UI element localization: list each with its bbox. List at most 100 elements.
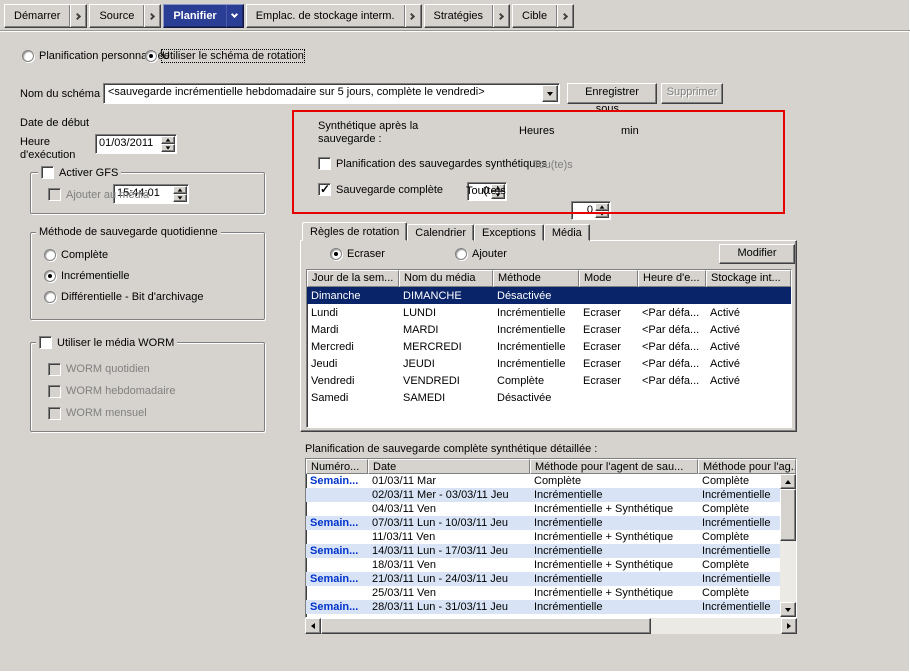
- daily-method-option-label: Incrémentielle: [61, 270, 129, 282]
- rotation-tab[interactable]: Calendrier: [407, 224, 474, 241]
- column-header[interactable]: Stockage int...: [706, 270, 791, 287]
- column-header[interactable]: Date: [368, 459, 530, 474]
- rotation-tab-label: Média: [552, 227, 582, 239]
- wizard-tab-label: Cible: [522, 10, 556, 22]
- column-header[interactable]: Méthode pour l'ag...: [698, 459, 796, 474]
- wizard-tab[interactable]: Source: [89, 4, 161, 28]
- scroll-right-icon[interactable]: [781, 618, 797, 634]
- scroll-left-icon[interactable]: [305, 618, 321, 634]
- append-media-label: Ajouter au média: [66, 189, 149, 201]
- spin-down-icon[interactable]: [161, 144, 175, 152]
- table-row[interactable]: Mardi MARDI Incrémentielle Ecraser <Par …: [307, 321, 791, 338]
- worm-option-label: WORM hebdomadaire: [66, 385, 175, 397]
- cell-agent-method: Incrémentielle: [530, 517, 698, 529]
- synthetic-plan-checkbox[interactable]: Planification des sauvegardes synthétiqu…: [318, 157, 547, 170]
- daily-method-option[interactable]: Complète: [44, 244, 259, 265]
- cell-week: Semain...: [306, 545, 368, 557]
- daily-method-option-label: Complète: [61, 249, 108, 261]
- gfs-enable-checkbox[interactable]: Activer GFS: [38, 166, 121, 179]
- exec-time-label: Heure d'exécution: [20, 136, 82, 162]
- wizard-tab[interactable]: Emplac. de stockage interm.: [246, 4, 422, 28]
- worm-enable-checkbox[interactable]: Utiliser le média WORM: [36, 336, 177, 349]
- table-row[interactable]: Dimanche DIMANCHE Désactivée: [307, 287, 791, 304]
- synthetic-min-spinner[interactable]: 0: [571, 201, 611, 220]
- column-header[interactable]: Nom du média: [399, 270, 493, 287]
- radio-rotation-scheme[interactable]: Utiliser le schéma de rotation: [145, 50, 304, 62]
- table-row[interactable]: 04/03/11 Ven Incrémentielle + Synthétiqu…: [306, 502, 780, 516]
- rotation-table: Jour de la sem... Nom du média Méthode M…: [306, 269, 792, 428]
- overwrite-radio[interactable]: Ecraser: [330, 248, 385, 260]
- column-header[interactable]: Heure d'e...: [638, 270, 706, 287]
- cell-day: Mardi: [307, 324, 399, 336]
- cell-mode: Ecraser: [579, 358, 638, 370]
- checkbox-icon: [318, 157, 331, 170]
- column-header[interactable]: Numéro...: [306, 459, 368, 474]
- column-header[interactable]: Jour de la sem...: [307, 270, 399, 287]
- rotation-tab-label: Règles de rotation: [310, 226, 399, 238]
- wizard-tab[interactable]: Stratégies: [424, 4, 511, 28]
- table-row[interactable]: Semain... 28/03/11 Lun - 31/03/11 Jeu In…: [306, 600, 780, 614]
- table-row[interactable]: Samedi SAMEDI Désactivée: [307, 389, 791, 406]
- cell-media: LUNDI: [399, 307, 493, 319]
- daily-method-option[interactable]: Incrémentielle: [44, 265, 259, 286]
- scrollbar-thumb[interactable]: [321, 618, 651, 634]
- cell-media: SAMEDI: [399, 392, 493, 404]
- wizard-tab[interactable]: Démarrer: [4, 4, 87, 28]
- detail-title: Planification de sauvegarde complète syn…: [305, 443, 597, 455]
- column-header[interactable]: Méthode pour l'agent de sau...: [530, 459, 698, 474]
- scrollbar-thumb[interactable]: [780, 489, 796, 541]
- synthetic-after-label: Synthétique après la sauvegarde :: [318, 120, 453, 146]
- table-row[interactable]: Vendredi VENDREDI Complète Ecraser <Par …: [307, 372, 791, 389]
- worm-option-label: WORM quotidien: [66, 363, 150, 375]
- full-every-label: Tou(te)s: [466, 185, 506, 197]
- table-row[interactable]: 02/03/11 Mer - 03/03/11 Jeu Incrémentiel…: [306, 488, 780, 502]
- spin-down-icon[interactable]: [595, 211, 609, 219]
- chevron-down-icon[interactable]: [542, 85, 558, 102]
- horizontal-scrollbar[interactable]: [305, 618, 797, 634]
- spin-up-icon[interactable]: [595, 203, 609, 211]
- table-row[interactable]: Semain... 01/03/11 Mar Complète Complète: [306, 474, 780, 488]
- save-as-button[interactable]: Enregistrer sous...: [567, 83, 657, 104]
- daily-method-option[interactable]: Différentielle - Bit d'archivage: [44, 286, 259, 307]
- table-row[interactable]: Semain... 14/03/11 Lun - 17/03/11 Jeu In…: [306, 544, 780, 558]
- cell-time: <Par défa...: [638, 341, 706, 353]
- start-date-field[interactable]: 01/03/2011: [95, 134, 177, 154]
- append-radio[interactable]: Ajouter: [455, 248, 507, 260]
- scroll-up-icon[interactable]: [780, 474, 796, 489]
- chevron-icon: [556, 5, 573, 27]
- cell-staging: Activé: [706, 341, 791, 353]
- column-header[interactable]: Méthode: [493, 270, 579, 287]
- radio-icon: [145, 50, 157, 62]
- table-row[interactable]: 18/03/11 Ven Incrémentielle + Synthétiqu…: [306, 558, 780, 572]
- table-row[interactable]: Semain... 07/03/11 Lun - 10/03/11 Jeu In…: [306, 516, 780, 530]
- cell-date: 25/03/11 Ven: [368, 587, 530, 599]
- cell-date: 21/03/11 Lun - 24/03/11 Jeu: [368, 573, 530, 585]
- rotation-tab-bar: Règles de rotation Calendrier Exceptions…: [302, 222, 590, 241]
- schema-name-combo[interactable]: <sauvegarde incrémentielle hebdomadaire …: [103, 83, 560, 104]
- wizard-tab[interactable]: Planifier: [163, 4, 243, 28]
- full-backup-checkbox[interactable]: Sauvegarde complète: [318, 183, 443, 196]
- rotation-table-header: Jour de la sem... Nom du média Méthode M…: [307, 270, 791, 287]
- table-row[interactable]: Mercredi MERCREDI Incrémentielle Ecraser…: [307, 338, 791, 355]
- daily-method-option-label: Différentielle - Bit d'archivage: [61, 291, 204, 303]
- table-row[interactable]: Lundi LUNDI Incrémentielle Ecraser <Par …: [307, 304, 791, 321]
- wizard-tab[interactable]: Cible: [512, 4, 574, 28]
- rotation-tab-label: Exceptions: [482, 227, 536, 239]
- spin-up-icon[interactable]: [161, 136, 175, 144]
- table-row[interactable]: Jeudi JEUDI Incrémentielle Ecraser <Par …: [307, 355, 791, 372]
- cell-mode: Ecraser: [579, 341, 638, 353]
- table-row[interactable]: Semain... 21/03/11 Lun - 24/03/11 Jeu In…: [306, 572, 780, 586]
- rotation-tab[interactable]: Exceptions: [474, 224, 544, 241]
- checkbox-icon: [41, 166, 54, 179]
- modify-button[interactable]: Modifier: [719, 244, 795, 264]
- cell-method2: Complète: [698, 559, 758, 571]
- rotation-tab[interactable]: Média: [544, 224, 590, 241]
- cell-method2: Incrémentielle: [698, 489, 774, 501]
- scroll-down-icon[interactable]: [780, 602, 796, 617]
- column-header[interactable]: Mode: [579, 270, 638, 287]
- gfs-enable-label: Activer GFS: [59, 167, 118, 179]
- rotation-tab[interactable]: Règles de rotation: [302, 222, 407, 241]
- vertical-scrollbar[interactable]: [780, 474, 796, 617]
- table-row[interactable]: 11/03/11 Ven Incrémentielle + Synthétiqu…: [306, 530, 780, 544]
- table-row[interactable]: 25/03/11 Ven Incrémentielle + Synthétiqu…: [306, 586, 780, 600]
